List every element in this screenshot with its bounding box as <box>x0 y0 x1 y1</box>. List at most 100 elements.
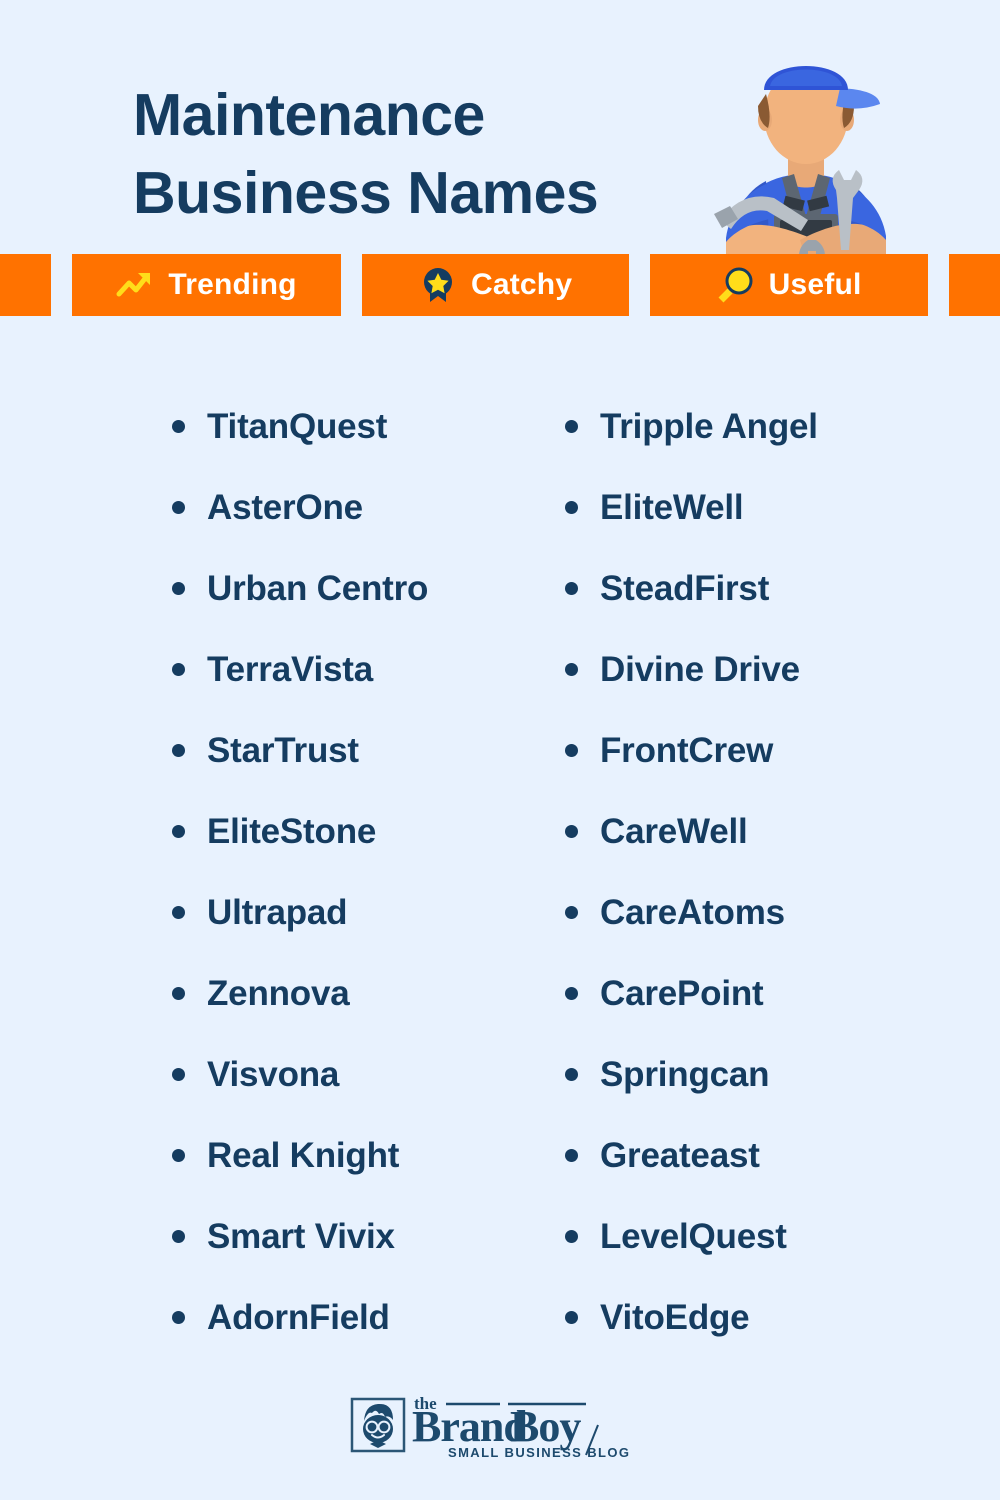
badge-bar-left-cap <box>0 254 51 316</box>
business-name: Tripple Angel <box>600 407 818 446</box>
bullet-icon <box>172 987 185 1000</box>
business-name: Urban Centro <box>207 569 429 608</box>
business-name: AdornField <box>207 1298 390 1337</box>
name-list-right-column: Tripple Angel EliteWell SteadFirst Divin… <box>565 386 965 1358</box>
business-name: CarePoint <box>600 974 764 1013</box>
trending-up-icon <box>116 273 151 297</box>
list-item[interactable]: EliteWell <box>565 467 965 548</box>
business-name: SteadFirst <box>600 569 770 608</box>
list-item[interactable]: LevelQuest <box>565 1196 965 1277</box>
list-item[interactable]: TerraVista <box>172 629 555 710</box>
list-item[interactable]: Divine Drive <box>565 629 965 710</box>
bullet-icon <box>172 906 185 919</box>
bullet-icon <box>172 420 185 433</box>
bullet-icon <box>172 582 185 595</box>
business-name: Smart Vivix <box>207 1217 395 1256</box>
badge-bar-right-cap <box>949 254 1000 316</box>
list-item[interactable]: Springcan <box>565 1034 965 1115</box>
business-name: Divine Drive <box>600 650 800 689</box>
bullet-icon <box>565 1068 578 1081</box>
list-item[interactable]: Real Knight <box>172 1115 555 1196</box>
business-name: Ultrapad <box>207 893 348 932</box>
business-name: AsterOne <box>207 488 363 527</box>
list-item[interactable]: StarTrust <box>172 710 555 791</box>
bullet-icon <box>172 1068 185 1081</box>
bullet-icon <box>565 420 578 433</box>
bullet-icon <box>172 1311 185 1324</box>
list-item[interactable]: VitoEdge <box>565 1277 965 1358</box>
bullet-icon <box>565 1149 578 1162</box>
bullet-icon <box>172 1149 185 1162</box>
business-name: CareWell <box>600 812 748 851</box>
business-name: LevelQuest <box>600 1217 787 1256</box>
business-name: VitoEdge <box>600 1298 750 1337</box>
business-name: FrontCrew <box>600 731 774 770</box>
bullet-icon <box>172 663 185 676</box>
badge-spacer <box>51 254 72 316</box>
badge-trending-label: Trending <box>168 268 297 301</box>
bullet-icon <box>172 501 185 514</box>
header: Maintenance Business Names <box>0 0 1000 254</box>
business-name: CareAtoms <box>600 893 785 932</box>
list-item[interactable]: TitanQuest <box>172 386 555 467</box>
business-name: TitanQuest <box>207 407 388 446</box>
business-name: Greateast <box>600 1136 760 1175</box>
badge-catchy[interactable]: Catchy <box>362 254 629 316</box>
list-item[interactable]: AdornField <box>172 1277 555 1358</box>
business-name: StarTrust <box>207 731 359 770</box>
bullet-icon <box>172 744 185 757</box>
list-item[interactable]: Smart Vivix <box>172 1196 555 1277</box>
name-list-left-column: TitanQuest AsterOne Urban Centro TerraVi… <box>172 386 555 1358</box>
business-name: Springcan <box>600 1055 770 1094</box>
list-item[interactable]: SteadFirst <box>565 548 965 629</box>
list-item[interactable]: Urban Centro <box>172 548 555 629</box>
brandboy-logo[interactable]: the Brand Boy SMALL BUSINESS BLOG <box>350 1389 650 1463</box>
bullet-icon <box>565 744 578 757</box>
badge-spacer <box>341 254 362 316</box>
logo-tagline: SMALL BUSINESS BLOG <box>448 1445 630 1460</box>
maintenance-worker-illustration <box>714 66 886 254</box>
magnifying-glass-icon <box>718 267 753 303</box>
brandboy-face-icon <box>350 1397 406 1453</box>
business-name: TerraVista <box>207 650 373 689</box>
business-name: Zennova <box>207 974 350 1013</box>
business-name: Visvona <box>207 1055 340 1094</box>
page-title: Maintenance Business Names <box>133 76 733 233</box>
bullet-icon <box>565 906 578 919</box>
list-item[interactable]: EliteStone <box>172 791 555 872</box>
list-item[interactable]: CareAtoms <box>565 872 965 953</box>
list-item[interactable]: Greateast <box>565 1115 965 1196</box>
bullet-icon <box>565 582 578 595</box>
list-item[interactable]: CarePoint <box>565 953 965 1034</box>
bullet-icon <box>565 825 578 838</box>
bullet-icon <box>565 501 578 514</box>
badge-catchy-label: Catchy <box>470 268 573 301</box>
business-name: EliteWell <box>600 488 744 527</box>
bullet-icon <box>565 1311 578 1324</box>
bullet-icon <box>172 825 185 838</box>
list-item[interactable]: Tripple Angel <box>565 386 965 467</box>
bullet-icon <box>565 663 578 676</box>
logo-boy: Boy <box>510 1402 581 1451</box>
bullet-icon <box>565 1230 578 1243</box>
list-item[interactable]: Zennova <box>172 953 555 1034</box>
footer: the Brand Boy SMALL BUSINESS BLOG <box>0 1382 1000 1470</box>
list-item[interactable]: Ultrapad <box>172 872 555 953</box>
business-name-lists: TitanQuest AsterOne Urban Centro TerraVi… <box>0 386 1000 1358</box>
list-item[interactable]: FrontCrew <box>565 710 965 791</box>
business-name: Real Knight <box>207 1136 400 1175</box>
page-title-line-1: Maintenance <box>133 82 485 148</box>
list-item[interactable]: Visvona <box>172 1034 555 1115</box>
list-item[interactable]: CareWell <box>565 791 965 872</box>
badge-useful[interactable]: Useful <box>650 254 928 316</box>
badge-trending[interactable]: Trending <box>72 254 341 316</box>
list-item[interactable]: AsterOne <box>172 467 555 548</box>
business-name: EliteStone <box>207 812 377 851</box>
badge-spacer <box>629 254 650 316</box>
page-title-line-2: Business Names <box>133 160 599 227</box>
award-ribbon-icon <box>423 268 452 302</box>
bullet-icon <box>565 987 578 1000</box>
badge-spacer <box>928 254 949 316</box>
infographic-page: Maintenance Business Names Trending Catc… <box>0 0 1000 1500</box>
badge-useful-label: Useful <box>768 268 862 301</box>
